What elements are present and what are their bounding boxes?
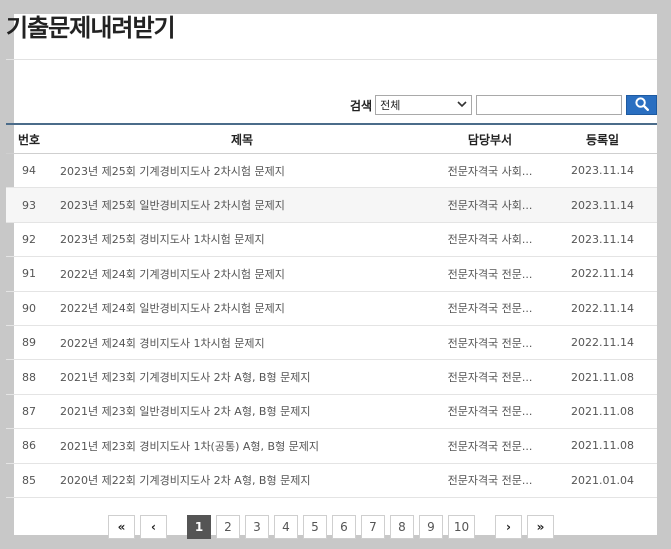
row-dept: 전문자격국 전문...: [447, 302, 533, 316]
table-row[interactable]: 90 2022년 제24회 일반경비지도사 2차시험 문제지 전문자격국 전문.…: [6, 292, 657, 326]
next-page-button[interactable]: ›: [495, 515, 522, 539]
search-label: 검색: [350, 98, 373, 113]
row-title-link[interactable]: 2021년 제23회 기계경비지도사 2차 A형, B형 문제지: [52, 369, 432, 385]
row-date: 2023.11.14: [571, 232, 634, 246]
search-icon: [634, 96, 649, 115]
page-button-10[interactable]: 10: [448, 515, 475, 539]
row-dept: 전문자격국 사회...: [447, 233, 533, 247]
row-date: 2022.11.14: [571, 301, 634, 315]
page-button-7[interactable]: 7: [361, 515, 385, 539]
last-page-button[interactable]: »: [527, 515, 554, 539]
row-date: 2021.11.08: [571, 439, 634, 453]
row-no: 91: [22, 267, 36, 281]
row-title-link[interactable]: 2020년 제22회 기계경비지도사 2차 A형, B형 문제지: [52, 472, 432, 488]
title-divider: [6, 59, 657, 60]
table-row[interactable]: 86 2021년 제23회 경비지도사 1차(공통) A형, B형 문제지 전문…: [6, 429, 657, 464]
row-date: 2021.01.04: [571, 473, 634, 487]
row-no: 94: [22, 164, 36, 178]
row-date: 2021.11.08: [571, 370, 634, 384]
header-dept: 담당부서: [467, 132, 513, 147]
prev-page-button[interactable]: ‹: [140, 515, 167, 539]
page-title: 기출문제내려받기: [6, 14, 176, 42]
row-dept: 전문자격국 사회...: [447, 164, 533, 178]
row-no: 88: [22, 370, 36, 384]
row-no: 90: [22, 301, 36, 315]
search-button[interactable]: [626, 95, 658, 115]
row-dept: 전문자격국 전문...: [447, 336, 533, 350]
row-dept: 전문자격국 전문...: [447, 405, 533, 419]
table-row[interactable]: 92 2023년 제25회 경비지도사 1차시험 문제지 전문자격국 사회...…: [6, 223, 657, 258]
row-dept: 전문자격국 전문...: [447, 474, 533, 488]
page-button-6[interactable]: 6: [332, 515, 356, 539]
header-no: 번호: [17, 132, 41, 147]
row-no: 92: [22, 232, 36, 246]
table-row[interactable]: 93 2023년 제25회 일반경비지도사 2차시험 문제지 전문자격국 사회.…: [6, 188, 657, 223]
page-button-5[interactable]: 5: [303, 515, 327, 539]
table-row[interactable]: 91 2022년 제24회 기계경비지도사 2차시험 문제지 전문자격국 전문.…: [6, 257, 657, 292]
row-title-link[interactable]: 2021년 제23회 일반경비지도사 2차 A형, B형 문제지: [52, 403, 432, 419]
row-no: 93: [22, 198, 36, 212]
page-button-8[interactable]: 8: [390, 515, 414, 539]
row-no: 87: [22, 404, 36, 418]
table-header: 번호 제목 담당부서 등록일: [6, 123, 657, 154]
header-title: 제목: [230, 132, 254, 147]
row-date: 2023.11.14: [571, 164, 634, 178]
table-row[interactable]: 87 2021년 제23회 일반경비지도사 2차 A형, B형 문제지 전문자격…: [6, 395, 657, 430]
row-title-link[interactable]: 2023년 제25회 기계경비지도사 2차시험 문제지: [52, 163, 432, 179]
row-no: 86: [22, 439, 36, 453]
row-date: 2022.11.14: [571, 336, 634, 350]
row-dept: 전문자격국 전문...: [447, 439, 533, 453]
row-date: 2021.11.08: [571, 404, 634, 418]
search-select-value: 전체: [380, 99, 401, 112]
row-title-link[interactable]: 2022년 제24회 기계경비지도사 2차시험 문제지: [52, 266, 432, 282]
row-no: 85: [22, 473, 36, 487]
row-title-link[interactable]: 2022년 제24회 경비지도사 1차시험 문제지: [52, 335, 432, 351]
page-button-9[interactable]: 9: [419, 515, 443, 539]
header-date: 등록일: [585, 132, 620, 147]
search-category-select[interactable]: 전체: [375, 95, 473, 115]
search-bar: 검색 전체: [350, 94, 658, 116]
row-no: 89: [22, 336, 36, 350]
page-button-3[interactable]: 3: [245, 515, 269, 539]
page-button-2[interactable]: 2: [216, 515, 240, 539]
table-row[interactable]: 85 2020년 제22회 기계경비지도사 2차 A형, B형 문제지 전문자격…: [6, 464, 657, 498]
row-date: 2023.11.14: [571, 198, 634, 212]
row-date: 2022.11.14: [571, 267, 634, 281]
table-row[interactable]: 94 2023년 제25회 기계경비지도사 2차시험 문제지 전문자격국 사회.…: [6, 154, 657, 189]
search-input[interactable]: [476, 95, 623, 115]
row-title-link[interactable]: 2022년 제24회 일반경비지도사 2차시험 문제지: [52, 300, 432, 316]
row-title-link[interactable]: 2023년 제25회 일반경비지도사 2차시험 문제지: [52, 197, 432, 213]
chevron-down-icon: [457, 100, 467, 111]
first-page-button[interactable]: «: [108, 515, 135, 539]
page-button-1[interactable]: 1: [187, 515, 211, 539]
row-title-link[interactable]: 2021년 제23회 경비지도사 1차(공통) A형, B형 문제지: [52, 438, 432, 454]
row-dept: 전문자격국 사회...: [447, 199, 533, 213]
page-button-4[interactable]: 4: [274, 515, 298, 539]
pagination: « ‹ 1 2 3 4 5 6 7 8 9 10 › »: [108, 515, 559, 539]
exam-list-table: 번호 제목 담당부서 등록일 94 2023년 제25회 기계경비지도사 2차시…: [6, 123, 657, 498]
row-title-link[interactable]: 2023년 제25회 경비지도사 1차시험 문제지: [52, 231, 432, 247]
table-row[interactable]: 89 2022년 제24회 경비지도사 1차시험 문제지 전문자격국 전문...…: [6, 326, 657, 361]
row-dept: 전문자격국 전문...: [447, 371, 533, 385]
table-row[interactable]: 88 2021년 제23회 기계경비지도사 2차 A형, B형 문제지 전문자격…: [6, 360, 657, 395]
row-dept: 전문자격국 전문...: [447, 267, 533, 281]
